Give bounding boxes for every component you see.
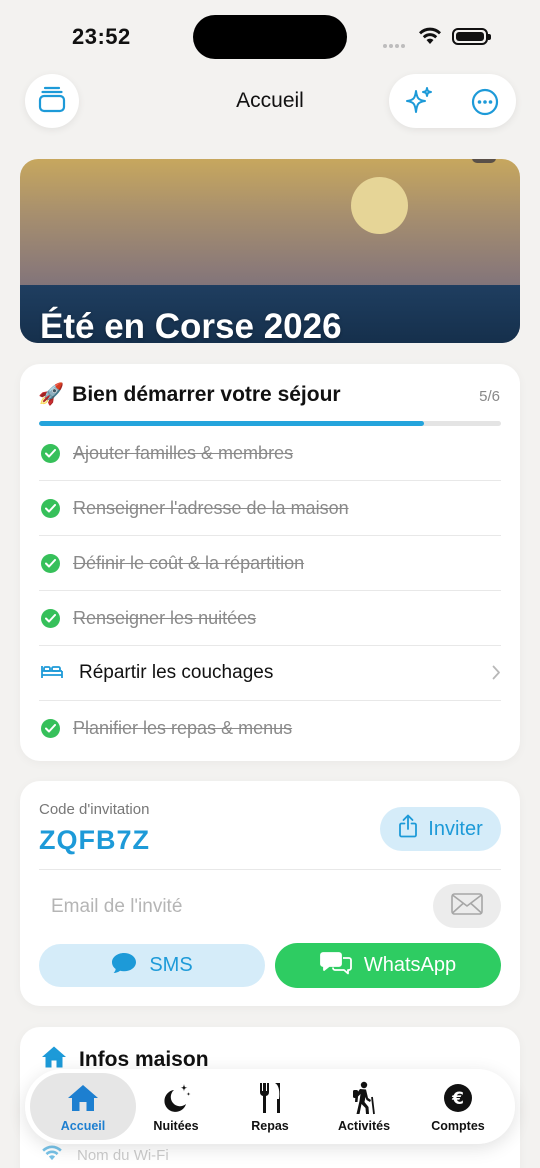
hiker-icon	[349, 1081, 379, 1115]
checklist-header: 🚀 Bien démarrer votre séjour	[38, 383, 341, 407]
status-bar: 23:52	[0, 0, 540, 70]
wifi-icon	[41, 1145, 63, 1165]
stays-list-button[interactable]	[25, 74, 79, 128]
checklist-item-label: Répartir les couchages	[79, 662, 274, 683]
stay-hero-banner[interactable]: Été en Corse 2026	[20, 159, 520, 343]
tab-label: Activités	[337, 1119, 391, 1133]
rocket-icon: 🚀	[38, 383, 65, 406]
checklist-item-meals[interactable]: Planifier les repas & menus	[39, 701, 501, 756]
check-circle-icon	[41, 553, 60, 573]
check-circle-icon	[41, 443, 60, 463]
checklist-item-label: Ajouter familles & membres	[73, 442, 294, 463]
check-circle-icon	[41, 719, 60, 738]
invite-code-label: Code d'invitation	[39, 801, 150, 818]
status-time: 23:52	[72, 24, 131, 49]
checklist-item-families[interactable]: Ajouter familles & membres	[39, 426, 501, 481]
whatsapp-button[interactable]: WhatsApp	[275, 943, 501, 988]
invite-code[interactable]: ZQFB7Z	[39, 825, 150, 856]
tab-bar: Accueil Nuitées Repas Activités € Compte…	[25, 1069, 515, 1144]
moon-stars-icon	[160, 1081, 192, 1115]
stack-icon	[37, 84, 67, 119]
share-icon	[398, 814, 418, 844]
wifi-name-row: Nom du Wi-Fi	[41, 1145, 169, 1165]
tab-repas[interactable]: Repas	[222, 1073, 318, 1140]
invite-button[interactable]: Inviter	[380, 807, 501, 851]
checklist-item-beds[interactable]: Répartir les couchages	[39, 646, 501, 701]
svg-text:€: €	[451, 1089, 464, 1109]
wifi-name-label: Nom du Wi-Fi	[77, 1146, 169, 1164]
checklist-item-label: Planifier les repas & menus	[73, 718, 293, 738]
cellular-signal-icon	[383, 35, 407, 53]
battery-icon	[452, 28, 491, 45]
message-bubble-icon	[111, 952, 137, 980]
wifi-icon	[418, 27, 442, 50]
whatsapp-button-label: WhatsApp	[363, 954, 457, 976]
checklist-item-label: Renseigner les nuitées	[73, 607, 257, 628]
page-title: Accueil	[236, 89, 304, 112]
checklist-item-address[interactable]: Renseigner l'adresse de la maison	[39, 481, 501, 536]
sms-button-label: SMS	[149, 954, 193, 976]
tab-label: Nuitées	[153, 1119, 199, 1133]
tab-label: Accueil	[60, 1119, 106, 1133]
divider	[39, 869, 501, 870]
chevron-right-icon	[492, 665, 501, 685]
fork-knife-icon	[257, 1081, 283, 1115]
invite-button-label: Inviter	[428, 817, 483, 840]
euro-coin-icon: €	[443, 1081, 473, 1115]
sun-illustration	[351, 177, 408, 234]
ai-sparkle-button[interactable]	[403, 85, 435, 122]
bed-icon	[40, 662, 64, 685]
tab-label: Repas	[251, 1119, 289, 1133]
stay-title: Été en Corse 2026	[40, 307, 342, 343]
dynamic-island	[193, 15, 347, 59]
tab-activites[interactable]: Activités	[316, 1073, 412, 1140]
tab-nuitees[interactable]: Nuitées	[128, 1073, 224, 1140]
send-email-button[interactable]	[433, 884, 501, 928]
tab-comptes[interactable]: € Comptes	[410, 1073, 506, 1140]
more-options-button[interactable]	[471, 88, 499, 121]
house-icon	[66, 1081, 100, 1115]
tab-label: Comptes	[431, 1119, 485, 1133]
tab-accueil[interactable]: Accueil	[30, 1073, 136, 1140]
onboarding-checklist-card: 🚀 Bien démarrer votre séjour 5/6 Ajouter…	[20, 364, 520, 761]
checklist-item-label: Renseigner l'adresse de la maison	[73, 497, 349, 518]
check-circle-icon	[41, 608, 60, 628]
envelope-icon	[450, 892, 484, 921]
sms-button[interactable]: SMS	[39, 944, 265, 987]
checklist-item-label: Définir le coût & la répartition	[73, 552, 305, 573]
checklist-item-cost[interactable]: Définir le coût & la répartition	[39, 536, 501, 591]
chat-bubbles-icon	[319, 951, 352, 981]
guest-email-input[interactable]	[39, 886, 429, 928]
checklist-item-nights[interactable]: Renseigner les nuitées	[39, 591, 501, 646]
checklist-progress-count: 5/6	[479, 388, 500, 405]
hero-decoration	[472, 159, 496, 163]
invite-card: Code d'invitation ZQFB7Z Inviter SMS Wha…	[20, 781, 520, 1006]
check-circle-icon	[41, 498, 60, 518]
nav-actions	[389, 74, 516, 128]
checklist-title: Bien démarrer votre séjour	[72, 383, 341, 406]
